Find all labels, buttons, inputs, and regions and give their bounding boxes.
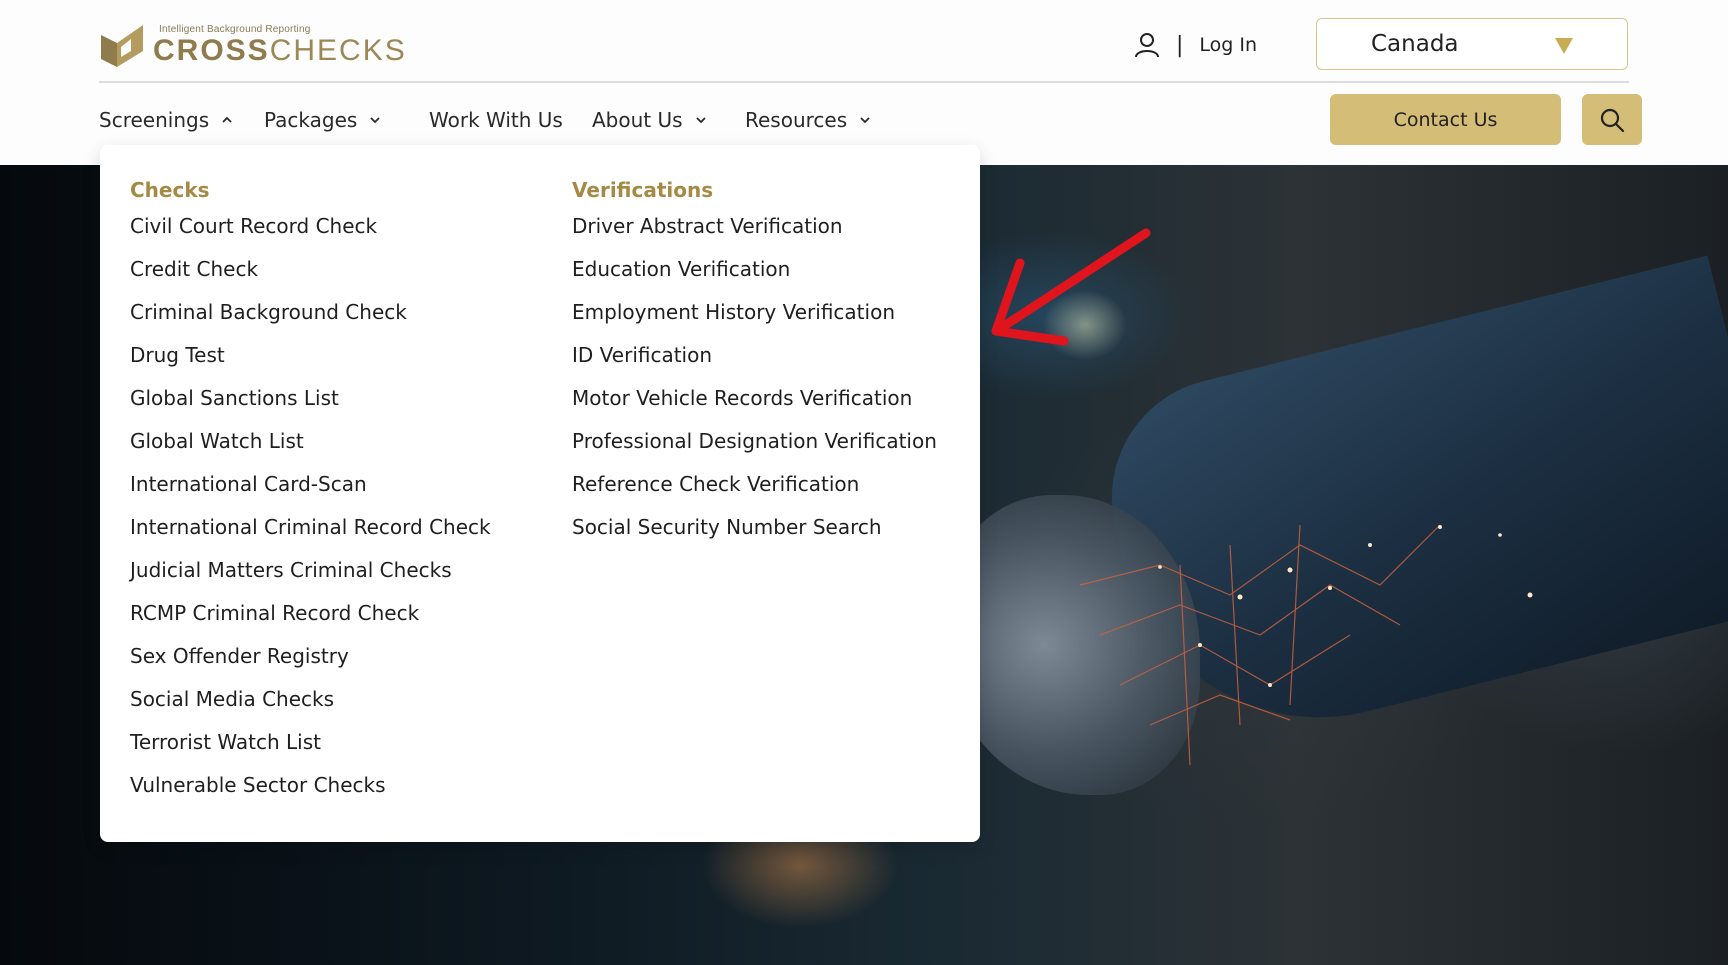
site-header: Intelligent Background Reporting CROSSCH… [0,0,1728,165]
menu-item-international-criminal-record-check[interactable]: International Criminal Record Check [130,514,491,557]
nav-item-about-us[interactable]: About Us [592,108,745,132]
caret-down-icon [1555,38,1573,54]
brand-name-light: CHECKS [269,33,407,67]
menu-item-id-verification[interactable]: ID Verification [572,342,937,385]
annotation-arrow-icon [991,228,1151,346]
menu-item-international-card-scan[interactable]: International Card-Scan [130,471,491,514]
verifications-heading: Verifications [572,178,714,202]
chevron-up-icon [222,116,232,123]
country-select[interactable]: Canada [1316,18,1628,70]
menu-item-terrorist-watch-list[interactable]: Terrorist Watch List [130,729,491,772]
chevron-down-icon [695,117,706,124]
main-nav: Screenings Packages Work With Us About U… [99,104,871,136]
nav-item-screenings[interactable]: Screenings [99,108,264,132]
menu-item-criminal-background-check[interactable]: Criminal Background Check [130,299,491,342]
country-select-value: Canada [1371,31,1459,57]
login-link[interactable]: Log In [1199,34,1257,56]
user-icon[interactable] [1134,32,1160,58]
nav-item-label: Resources [745,108,848,132]
login-separator: | [1176,32,1184,58]
menu-item-credit-check[interactable]: Credit Check [130,256,491,299]
menu-item-motor-vehicle-records-verification[interactable]: Motor Vehicle Records Verification [572,385,937,428]
nav-item-label: About Us [592,108,683,132]
menu-item-employment-history-verification[interactable]: Employment History Verification [572,299,937,342]
nav-item-label: Work With Us [429,108,563,132]
brand-logo[interactable]: Intelligent Background Reporting CROSSCH… [99,20,407,70]
search-button[interactable] [1582,94,1642,145]
menu-item-sex-offender-registry[interactable]: Sex Offender Registry [130,643,491,686]
menu-item-professional-designation-verification[interactable]: Professional Designation Verification [572,428,937,471]
header-divider [99,81,1629,83]
checks-column: Checks Civil Court Record Check Credit C… [130,177,491,815]
chevron-down-icon [860,117,870,124]
screenings-dropdown: Checks Civil Court Record Check Credit C… [100,145,980,842]
chevron-down-icon [370,117,380,124]
menu-item-social-media-checks[interactable]: Social Media Checks [130,686,491,729]
crosschecks-logo-icon [101,25,143,67]
menu-item-driver-abstract-verification[interactable]: Driver Abstract Verification [572,213,937,256]
checks-heading: Checks [130,178,210,202]
menu-item-reference-check-verification[interactable]: Reference Check Verification [572,471,937,514]
contact-us-button[interactable]: Contact Us [1330,94,1561,145]
menu-item-drug-test[interactable]: Drug Test [130,342,491,385]
menu-item-education-verification[interactable]: Education Verification [572,256,937,299]
nav-item-packages[interactable]: Packages [264,108,429,132]
verifications-column: Verifications Driver Abstract Verificati… [572,177,937,557]
menu-item-judicial-matters-criminal-checks[interactable]: Judicial Matters Criminal Checks [130,557,491,600]
menu-item-global-watch-list[interactable]: Global Watch List [130,428,491,471]
search-icon [1600,108,1625,132]
brand-name-bold: CROSS [153,33,270,67]
menu-item-rcmp-criminal-record-check[interactable]: RCMP Criminal Record Check [130,600,491,643]
brand-name: CROSSCHECKS [153,33,407,67]
nav-item-label: Screenings [99,108,210,132]
menu-item-vulnerable-sector-checks[interactable]: Vulnerable Sector Checks [130,772,491,815]
nav-item-resources[interactable]: Resources [745,108,871,132]
menu-item-global-sanctions-list[interactable]: Global Sanctions List [130,385,491,428]
nav-item-work-with-us[interactable]: Work With Us [429,108,592,132]
menu-item-civil-court-record-check[interactable]: Civil Court Record Check [130,213,491,256]
menu-item-social-security-number-search[interactable]: Social Security Number Search [572,514,937,557]
login-area: | Log In [1134,30,1257,60]
nav-item-label: Packages [264,108,358,132]
